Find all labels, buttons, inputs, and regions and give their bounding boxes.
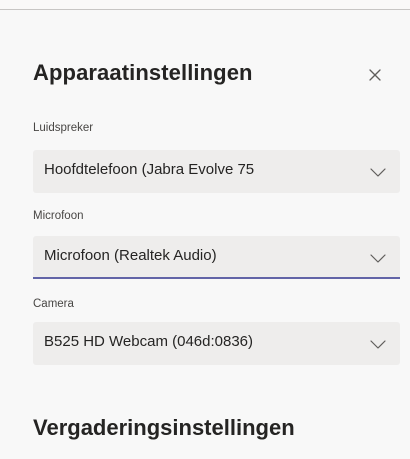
chevron-down-icon: [370, 336, 386, 352]
microphone-label: Microfoon: [33, 210, 84, 222]
meeting-settings-heading: Vergaderingsinstellingen: [33, 415, 295, 440]
camera-selected-value: B525 HD Webcam (046d:0836): [44, 333, 254, 350]
speaker-selected-value: Hoofdtelefoon (Jabra Evolve 75: [44, 161, 255, 178]
speaker-label: Luidspreker: [33, 122, 94, 134]
camera-dropdown[interactable]: B525 HD Webcam (046d:0836): [33, 322, 400, 365]
chevron-down-icon: [370, 164, 386, 180]
chevron-down-icon: [370, 250, 386, 266]
microphone-dropdown[interactable]: Microfoon (Realtek Audio): [33, 236, 400, 279]
speaker-dropdown[interactable]: Hoofdtelefoon (Jabra Evolve 75: [33, 150, 400, 193]
close-button[interactable]: [363, 63, 387, 87]
microphone-selected-value: Microfoon (Realtek Audio): [44, 247, 217, 264]
camera-label: Camera: [33, 298, 74, 310]
close-icon: [363, 63, 387, 87]
dialog-title: Apparaatinstellingen: [33, 60, 253, 85]
